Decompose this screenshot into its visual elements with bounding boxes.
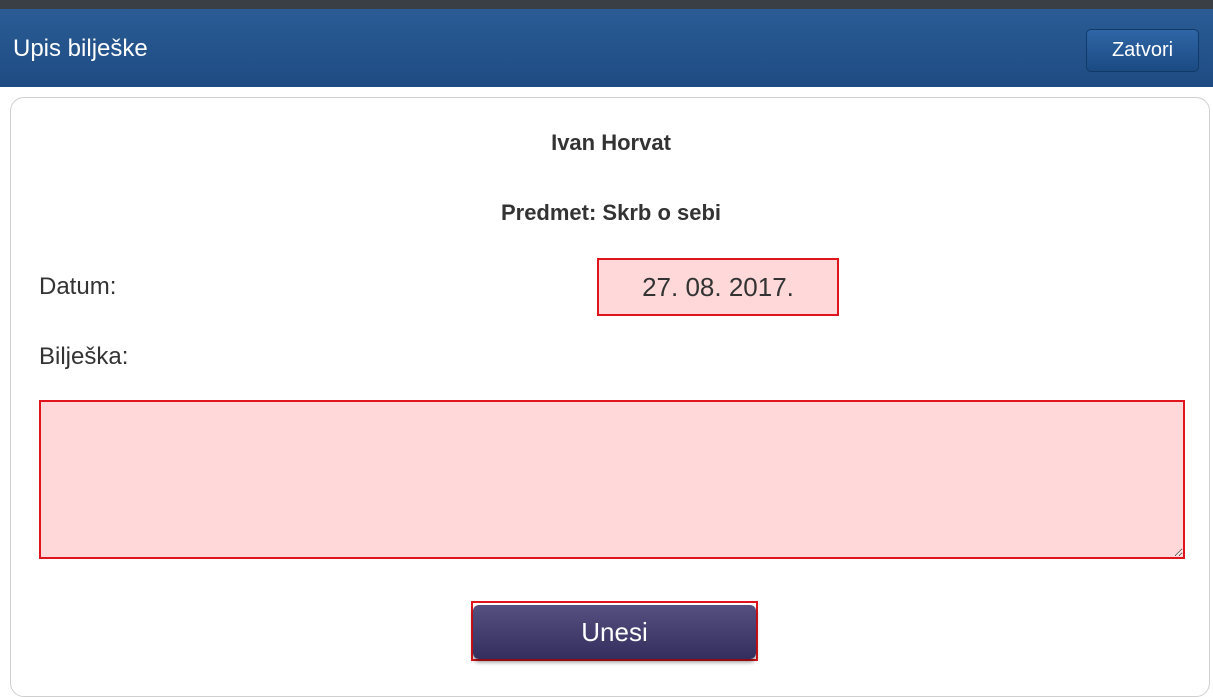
subject-label: Predmet: Skrb o sebi xyxy=(500,200,722,225)
dialog-title: Upis bilješke xyxy=(13,35,148,62)
note-textarea[interactable] xyxy=(39,400,1185,559)
note-form-panel: Ivan Horvat Predmet: Skrb o sebi Datum: … xyxy=(10,97,1210,697)
submit-button-highlight: Unesi xyxy=(471,601,758,661)
close-button[interactable]: Zatvori xyxy=(1086,29,1199,72)
submit-button[interactable]: Unesi xyxy=(473,605,756,659)
student-name: Ivan Horvat xyxy=(551,130,671,155)
date-input[interactable] xyxy=(597,258,839,316)
note-label: Bilješka: xyxy=(39,343,129,370)
dialog-header: Upis bilješke Zatvori xyxy=(0,0,1213,87)
date-label: Datum: xyxy=(39,273,117,300)
